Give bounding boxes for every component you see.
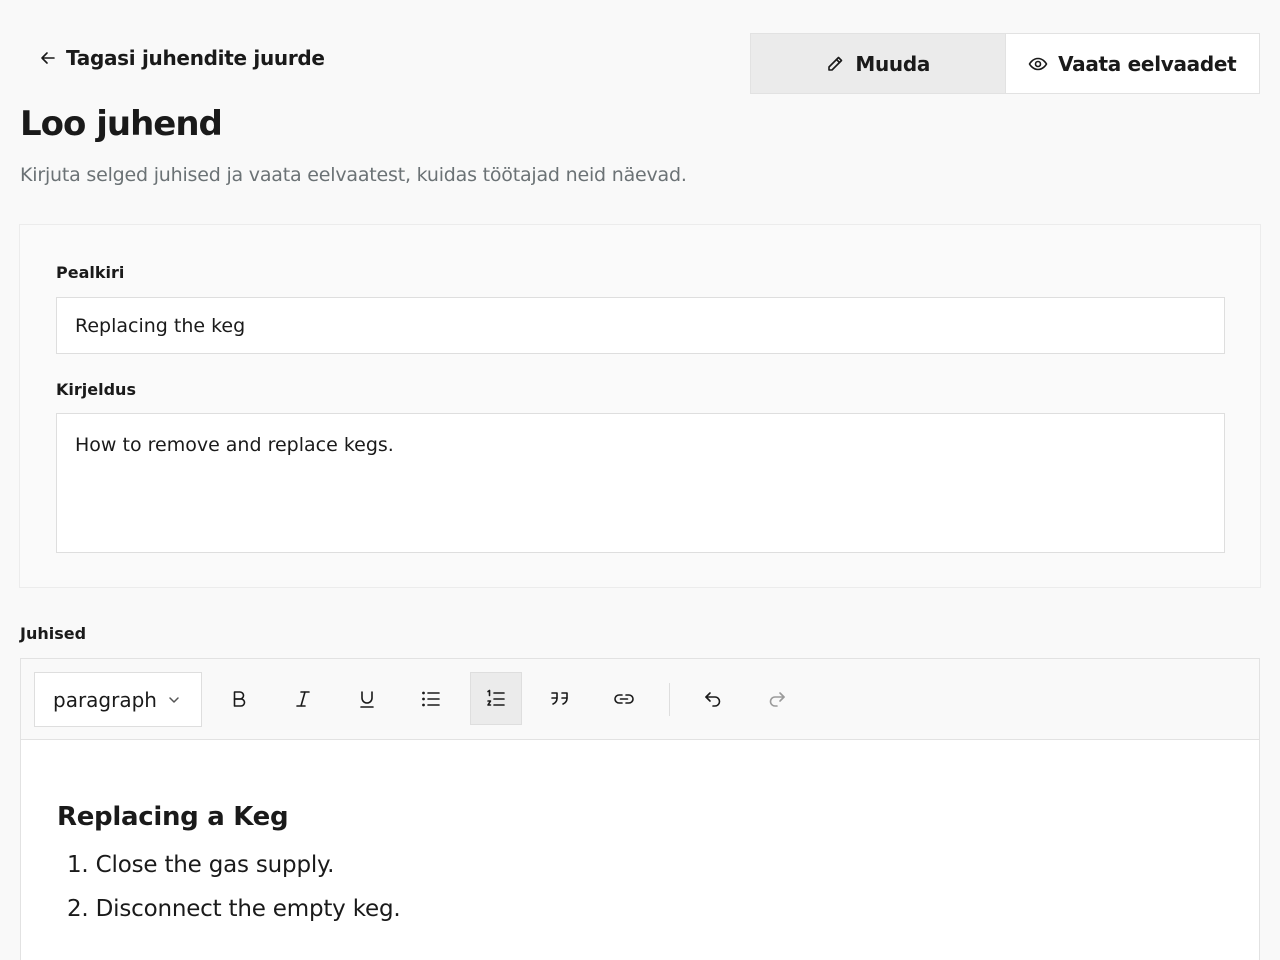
undo-button[interactable] [687, 672, 739, 725]
bullet-list-icon [422, 691, 440, 706]
edit-mode-label: Muuda [855, 51, 931, 76]
chevron-down-icon [169, 697, 179, 703]
list-item: 1. Close the gas supply. [67, 852, 1223, 878]
block-type-value: paragraph [53, 687, 157, 712]
quote-button[interactable] [534, 672, 586, 725]
content-heading: Replacing a Keg [57, 802, 289, 832]
list-item: 2. Disconnect the empty keg. [67, 896, 1223, 922]
block-type-select[interactable]: paragraph [34, 672, 202, 727]
redo-button[interactable] [751, 672, 803, 725]
step-number: 1. [67, 852, 89, 878]
link-button[interactable] [598, 672, 650, 725]
bullet-list-button[interactable] [405, 672, 457, 725]
redo-icon [769, 691, 785, 707]
page-title: Loo juhend [20, 104, 223, 144]
guide-details-card: Pealkiri Kirjeldus How to remove and rep… [19, 224, 1261, 588]
ordered-list-icon [487, 689, 505, 706]
toolbar-divider [669, 683, 670, 716]
link-icon [614, 693, 634, 704]
editor-content[interactable]: Replacing a Keg 1. Close the gas supply.… [21, 740, 1259, 922]
editor-toolbar: paragraph [21, 659, 1259, 740]
underline-button[interactable] [341, 672, 393, 725]
eye-icon [1028, 57, 1048, 70]
preview-mode-button[interactable]: Vaata eelvaadet [1004, 34, 1259, 93]
arrow-left-icon [41, 52, 55, 64]
edit-mode-button[interactable]: Muuda [751, 34, 1005, 93]
description-textarea[interactable]: How to remove and replace kegs. [56, 413, 1225, 553]
title-input[interactable] [56, 297, 1225, 354]
step-text: Close the gas supply. [95, 852, 335, 878]
undo-icon [705, 691, 721, 707]
title-field-label: Pealkiri [56, 263, 125, 282]
italic-button[interactable] [277, 672, 329, 725]
back-to-guides-link[interactable]: Tagasi juhendite juurde [40, 46, 325, 70]
preview-mode-label: Vaata eelvaadet [1058, 51, 1237, 76]
mode-toggle: Muuda Vaata eelvaadet [750, 33, 1260, 94]
bold-icon [233, 690, 246, 707]
rich-text-editor: paragraph Replacing a Keg 1. Close the g… [20, 658, 1260, 960]
steps-list: 1. Close the gas supply. 2. Disconnect t… [57, 852, 1223, 922]
description-field-label: Kirjeldus [56, 380, 136, 399]
ordered-list-button[interactable] [470, 672, 522, 725]
instructions-label: Juhised [20, 624, 87, 643]
step-text: Disconnect the empty keg. [95, 896, 401, 922]
italic-icon [296, 690, 310, 707]
pencil-icon [828, 56, 843, 71]
bold-button[interactable] [213, 672, 265, 725]
underline-icon [360, 690, 374, 708]
step-number: 2. [67, 896, 89, 922]
back-link-label: Tagasi juhendite juurde [66, 46, 325, 70]
quote-icon [551, 691, 568, 705]
page-subtitle: Kirjuta selged juhised ja vaata eelvaate… [20, 164, 687, 186]
